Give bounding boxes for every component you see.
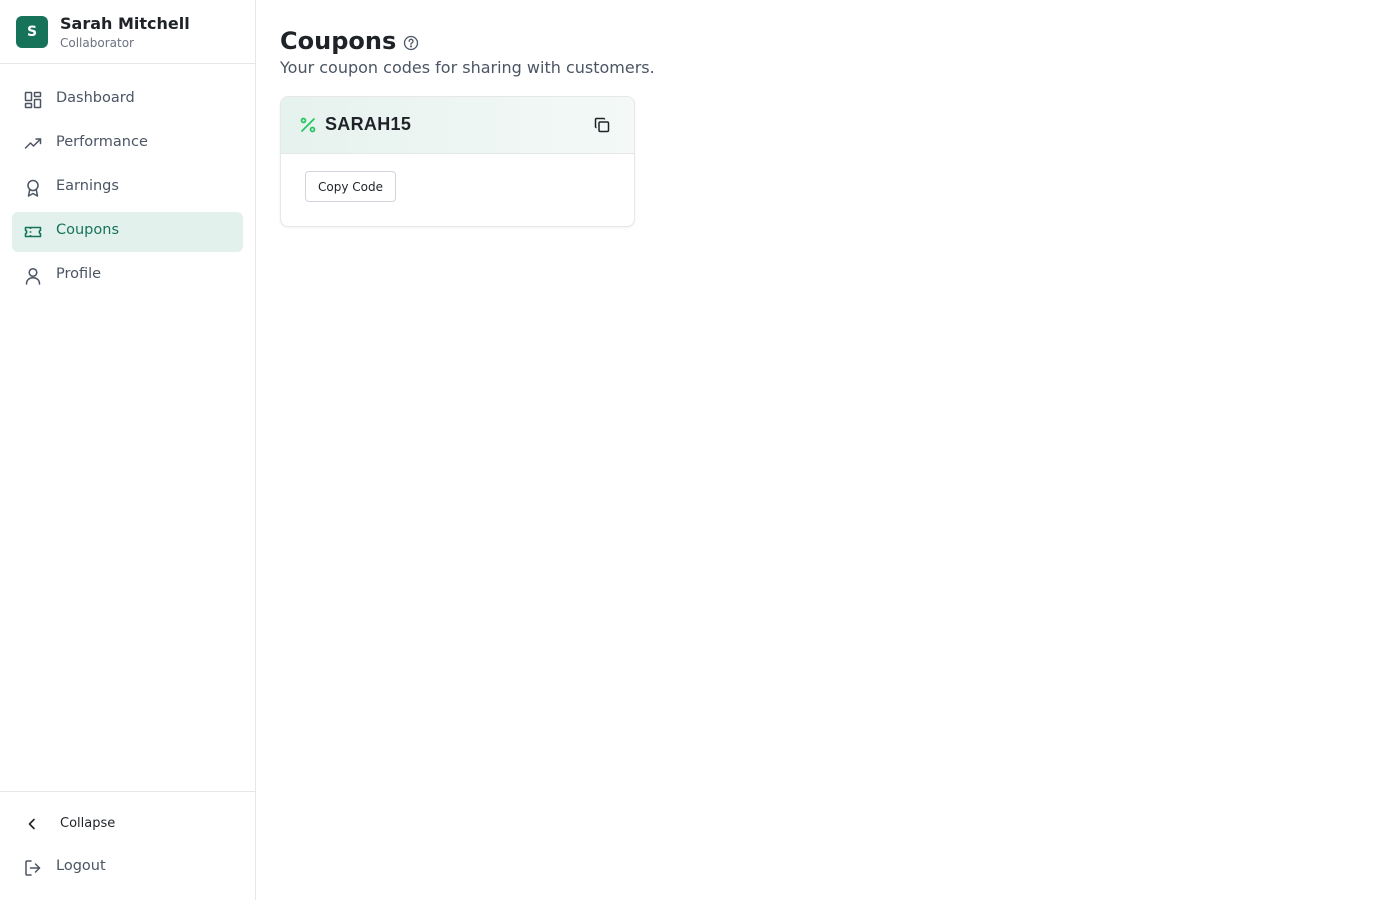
sidebar-item-profile[interactable]: Profile <box>12 256 243 296</box>
logout-button[interactable]: Logout <box>12 848 243 888</box>
award-icon <box>24 179 42 197</box>
app-root: S Sarah Mitchell Collaborator Dashboard <box>0 0 1400 900</box>
page-title: Coupons <box>280 27 397 55</box>
logout-label: Logout <box>56 858 106 874</box>
sidebar-item-dashboard[interactable]: Dashboard <box>12 80 243 120</box>
help-circle-icon[interactable] <box>403 35 419 51</box>
collapse-button[interactable]: Collapse <box>12 804 243 844</box>
avatar: S <box>16 16 48 48</box>
sidebar-item-coupons[interactable]: Coupons <box>12 212 243 252</box>
sidebar-item-label: Earnings <box>56 178 119 194</box>
user-name: Sarah Mitchell <box>60 14 190 33</box>
copy-code-button[interactable]: Copy Code <box>305 171 396 202</box>
chevron-left-icon <box>24 816 40 832</box>
sidebar-item-label: Dashboard <box>56 90 135 106</box>
ticket-icon <box>24 223 42 241</box>
sidebar-nav: Dashboard Performance Earnings Coupons P… <box>12 80 243 300</box>
user-block: S Sarah Mitchell Collaborator <box>0 0 255 64</box>
sidebar-item-performance[interactable]: Performance <box>12 124 243 164</box>
coupon-card-header: SARAH15 <box>281 97 634 154</box>
sidebar-item-label: Profile <box>56 266 102 282</box>
logout-icon <box>24 859 42 877</box>
user-role: Collaborator <box>60 36 134 50</box>
copy-icon[interactable] <box>593 116 611 134</box>
sidebar-item-earnings[interactable]: Earnings <box>12 168 243 208</box>
coupon-card: SARAH15 Copy Code <box>280 96 635 227</box>
sidebar-item-label: Performance <box>56 134 148 150</box>
sidebar-item-label: Coupons <box>56 222 120 238</box>
dashboard-grid-icon <box>24 91 42 109</box>
sidebar: S Sarah Mitchell Collaborator Dashboard <box>0 0 256 900</box>
coupon-code: SARAH15 <box>325 114 412 134</box>
trending-up-icon <box>24 135 42 153</box>
main-content: Coupons Your coupon codes for sharing wi… <box>280 24 655 227</box>
sidebar-footer: Collapse Logout <box>0 791 255 900</box>
page-header: Coupons <box>280 24 655 58</box>
user-icon <box>24 267 42 285</box>
percent-icon <box>299 116 317 134</box>
collapse-label: Collapse <box>60 816 116 831</box>
page-subtitle: Your coupon codes for sharing with custo… <box>280 58 655 77</box>
